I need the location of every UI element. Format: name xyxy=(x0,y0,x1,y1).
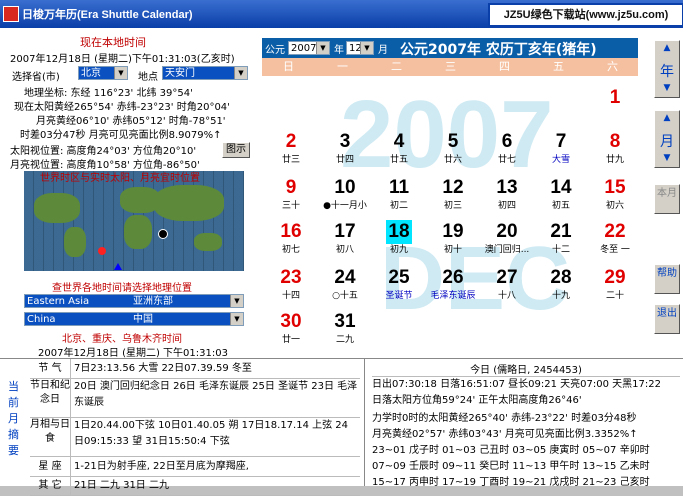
country-label: China xyxy=(27,314,56,325)
calendar-header: 公元 2007 ▼ 年 12 ▼ 月 公元2007年 农历丁亥年(猪年) xyxy=(262,38,638,58)
today-title: 今日 (儒略日, 2454453) xyxy=(372,361,680,377)
day-cell[interactable]: 28 十九 xyxy=(536,266,586,320)
day-cell[interactable]: 26 毛泽东诞辰 xyxy=(428,266,478,320)
chevron-down-icon: ▼ xyxy=(230,295,243,307)
summary-row-zodiac: 星 座 1-21日为射手座, 22日至月底为摩羯座, xyxy=(30,457,360,477)
city-datetime: 2007年12月18日 (星期二) 下午01:31:03 xyxy=(38,348,228,359)
summary-side-label: 当前月摘要 xyxy=(8,380,19,457)
arrow-down-icon[interactable]: ▼ xyxy=(655,83,679,93)
today-moon-data: 月亮黄经02°57' 赤纬03°43' 月亮可见亮面比例3.3352%↑ xyxy=(372,429,638,440)
year-value: 2007 xyxy=(291,43,317,54)
land-australia xyxy=(194,233,222,251)
map-title: 世界时区与实时太阳、月亮宜时位置 xyxy=(40,173,200,184)
sun-marker-icon xyxy=(98,247,106,255)
day-cell[interactable]: 31 二九 xyxy=(320,310,370,364)
arrow-up-icon[interactable]: ▲ xyxy=(655,43,679,53)
weekday-tue: 二 xyxy=(391,60,402,73)
place-value: 天安门 xyxy=(165,68,195,79)
day-cell[interactable]: 27 十八 xyxy=(482,266,532,320)
year-prefix: 公元 xyxy=(265,45,285,56)
world-time-zone-map xyxy=(24,171,244,271)
land-africa xyxy=(124,215,152,249)
weekday-sun: 日 xyxy=(283,60,294,73)
moon-position-text: 月亮黄经06°10' 赤纬05°12' 时角-78°51' xyxy=(36,116,226,127)
province-value: 北京 xyxy=(81,68,101,79)
chevron-down-icon: ▼ xyxy=(316,42,329,54)
weekday-sat: 六 xyxy=(607,60,618,73)
today-sun-azimuth: 日落太阳方位角59°24' 正午太阳高度角26°46' xyxy=(372,395,582,406)
day-cell[interactable]: 25 圣诞节 xyxy=(374,266,424,320)
this-month-button[interactable]: 本月 xyxy=(654,184,680,214)
month-button[interactable]: 月 xyxy=(655,131,679,151)
sun-apparent-position: 太阳视位置: 高度角24°03' 方位角20°10' xyxy=(10,146,197,157)
place-label: 地点 xyxy=(138,72,158,83)
summary-row-moon-phases: 月相与日食 1日20.44.00下弦 10日01.40.05 朔 17日18.17… xyxy=(30,418,360,457)
chevron-down-icon: ▼ xyxy=(114,67,127,79)
hour-periods-3: 15~17 丙申时 17~19 丁酉时 19~21 戊戌时 21~23 己亥时 xyxy=(372,477,650,488)
region-value: 亚洲东部 xyxy=(133,296,173,307)
month-nav: ▲ 月 ▼ xyxy=(654,110,680,168)
country-value: 中国 xyxy=(133,314,153,325)
month-summary-panel: 当前月摘要 节 气 7日23:13.56 大雪 22日07.39.59 冬至 节日… xyxy=(0,358,683,496)
summary-row-solar-terms: 节 气 7日23:13.56 大雪 22日07.39.59 冬至 xyxy=(30,359,360,379)
summary-row-other: 其 它 21日 二九 31日 二九 xyxy=(30,476,360,496)
exit-button[interactable]: 退出 xyxy=(654,304,680,334)
moon-phase-text: 时差03分47秒 月亮可见亮面比例8.9079%↑ xyxy=(20,130,222,141)
chevron-down-icon: ▼ xyxy=(230,313,243,325)
arrow-down-icon[interactable]: ▼ xyxy=(655,153,679,163)
land-north-america xyxy=(34,193,80,223)
download-site-banner: JZ5U绿色下载站(www.jz5u.com) xyxy=(488,3,683,27)
month-suffix: 月 xyxy=(378,45,388,56)
main-area: 现在本地时间 2007年12月18日 (星期二)下午01:31:03(乙亥时) … xyxy=(0,28,683,496)
chevron-down-icon: ▼ xyxy=(360,42,373,54)
today-sun-times: 日出07:30:18 日落16:51:07 昼长09:21 天亮07:00 天黑… xyxy=(372,379,661,390)
city-time-heading: 北京、重庆、乌鲁木齐时间 xyxy=(62,334,182,345)
today-dynamic-time: 力学时0时的太阳黄经265°40' 赤纬-23°22' 时差03分48秒 xyxy=(372,413,637,424)
sun-position-text: 现在太阳黄经265°54' 赤纬-23°23' 时角20°04' xyxy=(14,102,230,113)
arrow-up-icon[interactable]: ▲ xyxy=(655,113,679,123)
app-icon xyxy=(3,6,19,22)
panel-divider xyxy=(364,359,365,486)
local-time-heading: 现在本地时间 xyxy=(80,36,146,49)
land-south-america xyxy=(64,227,86,257)
title-bar: 日梭万年历(Era Shuttle Calendar) JZ5U绿色下载站(ww… xyxy=(0,0,683,28)
region-select[interactable]: Eastern Asia 亚洲东部 ▼ xyxy=(24,294,244,308)
region-label: Eastern Asia xyxy=(27,296,90,307)
land-asia xyxy=(154,185,224,221)
summary-row-festivals: 节日和纪念日 20日 澳门回归纪念日 26日 毛泽东诞辰 25日 圣诞节 23日 … xyxy=(30,379,360,418)
hour-periods-1: 23~01 戊子时 01~03 己丑时 03~05 庚寅时 05~07 辛卯时 xyxy=(372,445,650,456)
country-select[interactable]: China 中国 ▼ xyxy=(24,312,244,326)
day-cell[interactable]: 29 二十 xyxy=(590,266,640,320)
day-cell[interactable]: 30 廿一 xyxy=(266,310,316,364)
province-label: 选择省(市) xyxy=(12,72,60,83)
help-button[interactable]: 帮助 xyxy=(654,264,680,294)
weekday-header: 日 一 二 三 四 五 六 xyxy=(262,58,638,76)
province-select[interactable]: 北京 ▼ xyxy=(78,66,128,80)
location-marker-icon xyxy=(114,263,122,270)
weekday-thu: 四 xyxy=(499,60,510,73)
month-select[interactable]: 12 ▼ xyxy=(346,41,374,55)
calendar-title: 公元2007年 农历丁亥年(猪年) xyxy=(400,42,597,58)
year-button[interactable]: 年 xyxy=(655,61,679,81)
year-select[interactable]: 2007 ▼ xyxy=(288,41,330,55)
place-select[interactable]: 天安门 ▼ xyxy=(162,66,248,80)
year-nav: ▲ 年 ▼ xyxy=(654,40,680,98)
weekday-fri: 五 xyxy=(553,60,564,73)
weekday-wed: 三 xyxy=(445,60,456,73)
chevron-down-icon: ▼ xyxy=(234,67,247,79)
moon-marker-icon xyxy=(158,229,168,239)
weekday-mon: 一 xyxy=(337,60,348,73)
window-title: 日梭万年历(Era Shuttle Calendar) xyxy=(22,9,193,21)
geo-coordinates: 地理坐标: 东经 116°23' 北纬 39°54' xyxy=(24,88,193,99)
select-location-title: 查世界各地时间请选择地理位置 xyxy=(52,283,192,294)
hour-periods-2: 07~09 壬辰时 09~11 癸巳时 11~13 甲午时 13~15 乙未时 xyxy=(372,461,650,472)
local-datetime: 2007年12月18日 (星期二)下午01:31:03(乙亥时) xyxy=(10,54,235,65)
year-suffix: 年 xyxy=(334,45,344,56)
map-diagram-button[interactable]: 图示 xyxy=(222,142,250,158)
